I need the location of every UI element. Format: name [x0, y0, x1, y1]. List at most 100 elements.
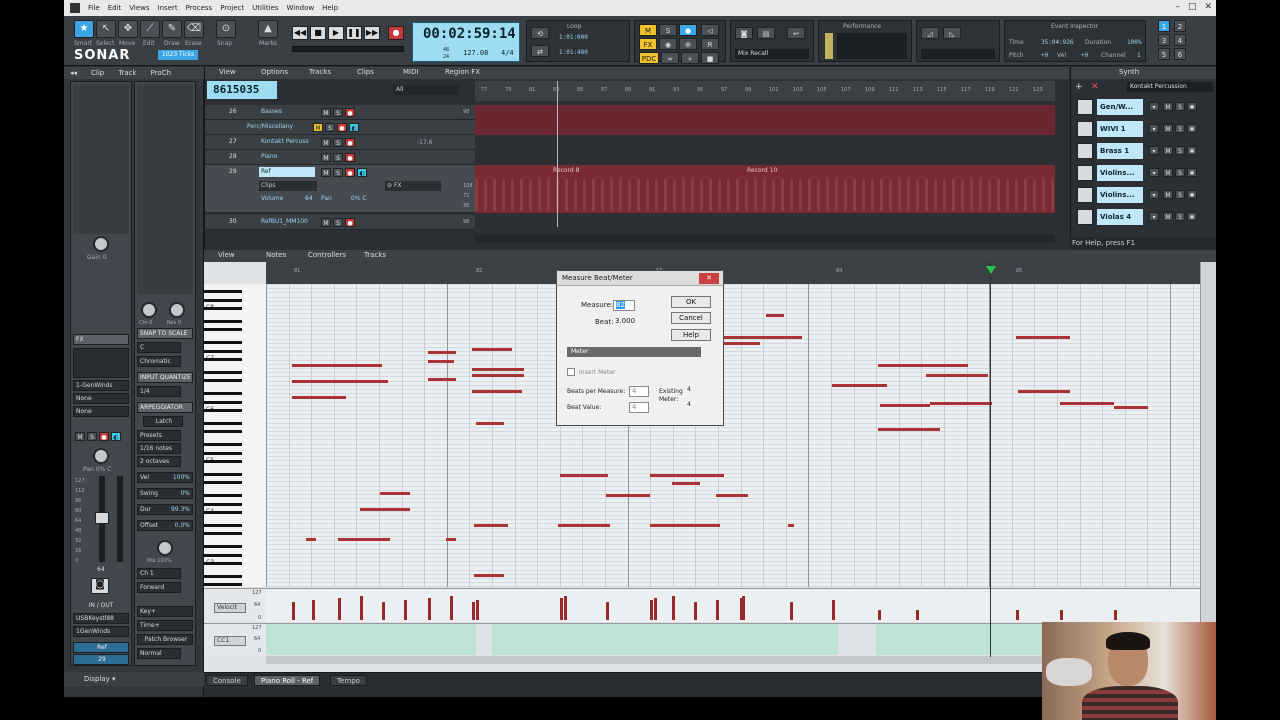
black-key[interactable] [204, 532, 242, 535]
screenset-5[interactable]: 5 [1158, 48, 1170, 60]
midi-note[interactable] [766, 314, 784, 317]
tab-clip[interactable]: Clip [91, 69, 104, 77]
velocity-lane[interactable] [266, 588, 1200, 622]
velocity-bar[interactable] [382, 602, 385, 620]
track-solo[interactable]: S [333, 108, 343, 117]
black-key[interactable] [204, 553, 242, 557]
midi-note[interactable] [292, 380, 388, 383]
rack-power[interactable]: ▾ [1149, 190, 1159, 199]
velocity-bar[interactable] [650, 600, 653, 620]
draw-tool-button[interactable]: ✎ [162, 20, 182, 38]
screenset-2[interactable]: 2 [1174, 20, 1186, 32]
track-row-basses[interactable]: 26 Basses M S ● 98 [205, 105, 475, 120]
tv-menu-midi[interactable]: MIDI [403, 68, 419, 76]
arm-all-button[interactable]: ● [679, 24, 697, 36]
track-pan-value[interactable]: 0% C [351, 195, 367, 202]
midi-note[interactable] [672, 482, 700, 485]
track-row-piano[interactable]: 28 Piano M S ● [205, 150, 475, 165]
rack-item-name[interactable]: Violins... [1097, 187, 1143, 203]
pr-menu-tracks[interactable]: Tracks [364, 251, 386, 259]
screenset-6[interactable]: 6 [1174, 48, 1186, 60]
rack-item-name[interactable]: WIVI 1 [1097, 121, 1143, 137]
ok-button[interactable]: OK [671, 296, 711, 308]
rack-mute[interactable]: M [1163, 190, 1173, 199]
beats-per-measure-input[interactable]: 4 [629, 386, 649, 397]
solo-all-button[interactable]: S [659, 24, 677, 36]
track-solo[interactable]: S [333, 138, 343, 147]
midi-note[interactable] [1114, 406, 1148, 409]
loop-record-button[interactable]: ∞ [661, 52, 679, 64]
arp-param-vel[interactable]: Vel 100% [137, 472, 193, 483]
black-key[interactable] [204, 319, 242, 323]
velocity-bar[interactable] [312, 600, 315, 620]
automation-read-button[interactable]: ◁ [701, 24, 719, 36]
black-key[interactable] [204, 430, 242, 433]
scale-key-select[interactable]: C [137, 342, 181, 353]
ei-duration-value[interactable]: 100% [1127, 39, 1141, 46]
black-key[interactable] [204, 511, 242, 514]
midi-note[interactable] [650, 474, 698, 477]
mode-select[interactable]: Normal [137, 648, 181, 659]
rack-item-wivi[interactable]: WIVI 1 ▾ M S ✱ [1077, 121, 1213, 138]
black-key[interactable] [204, 341, 242, 345]
midi-icon[interactable]: ◙ [91, 578, 109, 594]
arp-param-offset[interactable]: Offset 0.0% [137, 520, 193, 531]
quantize-value-select[interactable]: 1/4 [137, 386, 181, 397]
rack-item-violins-2[interactable]: Violins... ▾ M S ✱ [1077, 187, 1213, 204]
velocity-bar[interactable] [790, 602, 793, 620]
tv-menu-options[interactable]: Options [261, 68, 288, 76]
folder-mute[interactable]: M [313, 123, 323, 132]
midi-note[interactable] [1016, 336, 1070, 339]
step-button[interactable]: » [681, 52, 699, 64]
black-key[interactable] [204, 307, 242, 310]
rack-freeze[interactable]: ✱ [1187, 124, 1197, 133]
black-key[interactable] [204, 460, 242, 463]
midi-note[interactable] [1018, 390, 1070, 393]
black-key[interactable] [204, 583, 242, 586]
maximize-icon[interactable]: □ [1188, 2, 1197, 12]
mute-all-button[interactable]: M [639, 24, 657, 36]
rack-power[interactable]: ▾ [1149, 212, 1159, 221]
rack-solo[interactable]: S [1175, 146, 1185, 155]
menu-utilities[interactable]: Utilities [252, 4, 278, 12]
midi-note[interactable] [716, 494, 748, 497]
tv-menu-clips[interactable]: Clips [357, 68, 374, 76]
black-key[interactable] [204, 443, 242, 447]
rack-freeze[interactable]: ✱ [1187, 190, 1197, 199]
dialog-close-icon[interactable]: ✕ [699, 273, 719, 284]
black-key[interactable] [204, 523, 242, 527]
midi-note[interactable] [930, 402, 992, 405]
tv-menu-view[interactable]: View [219, 68, 236, 76]
midi-note[interactable] [558, 524, 610, 527]
tv-menu-region-fx[interactable]: Region FX [445, 68, 480, 76]
track-filter-select[interactable]: All [393, 85, 459, 95]
arpeggiator-header[interactable]: ARPEGGIATOR [137, 402, 193, 413]
track-arm[interactable]: ● [345, 153, 355, 162]
strip-track-name[interactable]: Ref [73, 642, 129, 653]
track-mute[interactable]: M [321, 108, 331, 117]
velocity-bar[interactable] [1060, 610, 1063, 620]
black-key[interactable] [204, 472, 242, 476]
latch-button[interactable]: Latch [143, 416, 183, 427]
track-hscroll[interactable] [475, 235, 1055, 243]
menu-file[interactable]: File [88, 4, 100, 12]
black-key[interactable] [204, 358, 242, 361]
piano-roll-vscroll[interactable] [1200, 262, 1216, 672]
arp-rate-select[interactable]: 1/16 notes [137, 443, 181, 454]
velocity-bar[interactable] [916, 610, 919, 620]
track-name[interactable]: Basses [259, 107, 315, 117]
ei-channel-value[interactable]: 1 [1137, 52, 1141, 59]
track-row-perc-folder[interactable]: Perc/Miscellany M S ● ◐ [205, 120, 475, 135]
output-port-select[interactable]: 1GenWinds [73, 626, 129, 637]
snap-ticks-value[interactable]: 1023 Ticks [158, 50, 198, 60]
send-slot-1[interactable]: None [73, 393, 129, 404]
key-offset-field[interactable]: Key+ [137, 606, 193, 617]
rack-power[interactable]: ▾ [1149, 168, 1159, 177]
screenset-4[interactable]: 4 [1174, 34, 1186, 46]
track-row-ref[interactable]: 29 Ref M S ● ◐ Clips ⊘ FX Volume 64 Pan … [205, 165, 475, 213]
velocity-bar[interactable] [1016, 610, 1019, 620]
pan-knob[interactable] [93, 448, 109, 464]
rack-freeze[interactable]: ✱ [1187, 102, 1197, 111]
midi-note[interactable] [472, 390, 522, 393]
velocity-bar[interactable] [476, 600, 479, 620]
